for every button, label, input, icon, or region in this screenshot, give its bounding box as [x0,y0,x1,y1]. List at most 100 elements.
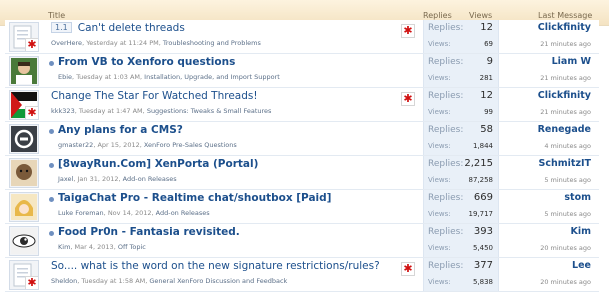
replies-count: 2,215 [464,158,493,169]
thread-title: 1.1 Can't delete threads [51,22,185,34]
thread-row[interactable]: Any plans for a CMS? gmaster22, Apr 15, … [5,122,599,156]
thread-row[interactable]: ✱ Change The Star For Watched Threads! k… [5,88,599,122]
last-post-time[interactable]: 20 minutes ago [540,244,591,252]
replies-label: Replies: [428,91,464,101]
thread-author-link[interactable]: OverHere [51,39,82,47]
thread-title: Food Pr0n - Fantasia revisited. [58,226,240,238]
last-poster-link[interactable]: Clickfinity [538,22,591,33]
replies-count: 9 [486,56,493,67]
thread-meta: gmaster22, Apr 15, 2012, XenForo Pre-Sal… [58,141,237,149]
thread-title-link[interactable]: From VB to Xenforo questions [58,56,235,68]
thread-row[interactable]: TaigaChat Pro - Realtime chat/shoutbox [… [5,190,599,224]
watched-star-icon[interactable]: ✱ [401,24,415,38]
last-post-time[interactable]: 21 minutes ago [540,74,591,82]
watched-star-icon[interactable]: ✱ [401,262,415,276]
thread-date: Tuesday at 1:03 AM [76,73,141,81]
forum-link[interactable]: Suggestions: Tweaks & Small Features [147,107,272,115]
thread-author-link[interactable]: Luke Foreman [58,209,104,217]
forum-link[interactable]: Troubleshooting and Problems [163,39,261,47]
thread-row[interactable]: ✱ 1.1 Can't delete threads OverHere, Yest… [5,20,599,54]
forum-link[interactable]: Off Topic [118,243,146,251]
column-last-message-header[interactable]: Last Message [538,11,592,20]
unread-dot-icon [49,163,54,168]
thread-title-link[interactable]: Can't delete threads [78,22,185,34]
anime-avatar-icon[interactable] [9,192,39,222]
thread-title: So.... what is the word on the new signa… [51,260,380,272]
last-post-time[interactable]: 5 minutes ago [544,210,591,218]
replies-label: Replies: [428,125,464,135]
views-count: 1,844 [472,142,493,150]
views-count: 281 [479,74,493,82]
last-post-time[interactable]: 20 minutes ago [540,278,591,286]
thread-stats: Replies: 58 Views: 1,844 [423,122,499,155]
column-title-header[interactable]: Title [48,11,65,20]
thread-row[interactable]: [8wayRun.Com] XenPorta (Portal) Jaxel, J… [5,156,599,190]
last-poster-link[interactable]: Renegade [538,124,591,135]
thread-author-link[interactable]: Ebie [58,73,72,81]
flag-avatar-icon[interactable]: ✱ [9,90,39,120]
thread-title-link[interactable]: [8wayRun.Com] XenPorta (Portal) [58,158,258,170]
thread-title-link[interactable]: Food Pr0n - Fantasia revisited. [58,226,240,238]
thread-title: Any plans for a CMS? [58,124,183,136]
thread-title-link[interactable]: Any plans for a CMS? [58,124,183,136]
views-label: Views: [428,142,451,150]
thread-title-link[interactable]: TaigaChat Pro - Realtime chat/shoutbox [… [58,192,331,204]
last-poster-link[interactable]: Kim [570,226,591,237]
replies-label: Replies: [428,57,464,67]
thread-meta: Kim, Mar 4, 2013, Off Topic [58,243,146,251]
thread-date: Yesterday at 11:24 PM [86,39,159,47]
watched-star-icon: ✱ [25,38,38,51]
last-post-time[interactable]: 21 minutes ago [540,40,591,48]
person-avatar-icon[interactable] [9,56,39,86]
thread-stats: Replies: 9 Views: 281 [423,54,499,87]
thread-meta: Jaxel, Jan 31, 2012, Add-on Releases [58,175,177,183]
eye-avatar-icon[interactable] [9,226,39,256]
last-poster-link[interactable]: stom [564,192,591,203]
thread-date: Nov 14, 2012 [107,209,152,217]
thread-stats: Replies: 12 Views: 69 [423,20,499,53]
views-count: 69 [484,40,493,48]
last-post-time[interactable]: 4 minutes ago [544,142,591,150]
last-post-time[interactable]: 21 minutes ago [540,108,591,116]
column-replies-header[interactable]: Replies [423,11,452,20]
logo-avatar-icon[interactable] [9,124,39,154]
forum-link[interactable]: Add-on Releases [156,209,210,217]
views-label: Views: [428,210,451,218]
thread-author-link[interactable]: kkk323 [51,107,75,115]
thread-author-link[interactable]: Sheldon [51,277,77,285]
last-poster-link[interactable]: Liam W [552,56,591,67]
last-post-time[interactable]: 5 minutes ago [544,176,591,184]
column-views-header[interactable]: Views [469,11,492,20]
thread-row[interactable]: Food Pr0n - Fantasia revisited. Kim, Mar… [5,224,599,258]
views-count: 5,838 [472,278,493,286]
forum-link[interactable]: General XenForo Discussion and Feedback [149,277,287,285]
last-poster-link[interactable]: Clickfinity [538,90,591,101]
thread-row[interactable]: ✱ So.... what is the word on the new sig… [5,258,599,292]
thread-author-link[interactable]: Jaxel [58,175,73,183]
doc-avatar-icon[interactable]: ✱ [9,260,39,290]
watched-star-icon[interactable]: ✱ [401,92,415,106]
thread-stats: Replies: 2,215 Views: 87,258 [423,156,499,189]
forum-link[interactable]: XenForo Pre-Sales Questions [144,141,237,149]
last-poster-link[interactable]: SchmitzIT [539,158,591,169]
face-avatar-icon[interactable] [9,158,39,188]
forum-link[interactable]: Installation, Upgrade, and Import Suppor… [144,73,280,81]
replies-count: 58 [480,124,493,135]
thread-date: Apr 15, 2012 [97,141,140,149]
thread-author-link[interactable]: gmaster22 [58,141,93,149]
doc-avatar-icon[interactable]: ✱ [9,22,39,52]
last-poster-link[interactable]: Lee [572,260,591,271]
forum-link[interactable]: Add-on Releases [123,175,177,183]
thread-title: From VB to Xenforo questions [58,56,235,68]
replies-count: 377 [473,260,493,271]
thread-title-link[interactable]: Change The Star For Watched Threads! [51,90,258,102]
thread-title-link[interactable]: So.... what is the word on the new signa… [51,260,380,272]
thread-author-link[interactable]: Kim [58,243,70,251]
thread-meta: OverHere, Yesterday at 11:24 PM, Trouble… [51,39,261,47]
watched-star-icon: ✱ [25,276,38,289]
thread-meta: kkk323, Tuesday at 1:47 AM, Suggestions:… [51,107,272,115]
thread-row[interactable]: From VB to Xenforo questions Ebie, Tuesd… [5,54,599,88]
thread-meta: Ebie, Tuesday at 1:03 AM, Installation, … [58,73,280,81]
thread-date: Mar 4, 2013 [74,243,114,251]
page-jump-link[interactable]: 1.1 [51,22,72,33]
